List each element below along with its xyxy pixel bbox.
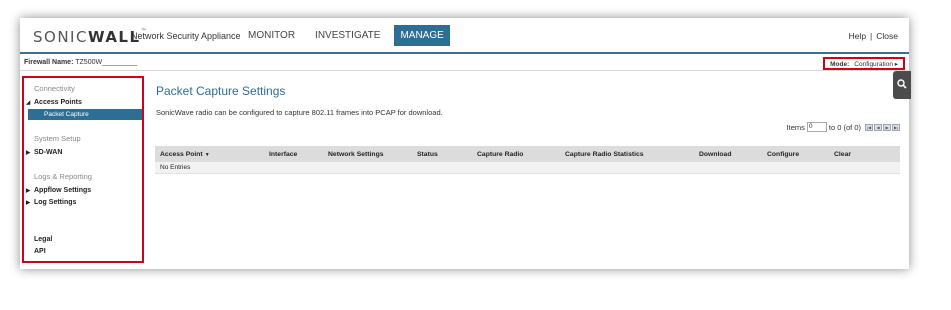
sort-desc-icon[interactable]: ▼ (205, 152, 210, 158)
header-separator: | (870, 31, 873, 41)
sidebar-item-api[interactable]: API (24, 248, 142, 255)
help-link[interactable]: Help (849, 31, 866, 41)
app-window: SONICWALL™ Network Security Appliance MO… (20, 18, 909, 269)
main-content: Packet Capture Settings SonicWave radio … (155, 76, 900, 266)
top-header: SONICWALL™ Network Security Appliance MO… (20, 18, 909, 54)
column-label: Access Point (160, 151, 203, 158)
sidebar-item-label: Appflow Settings (34, 187, 92, 194)
sidebar-item-log-settings[interactable]: ▶ Log Settings (24, 199, 142, 206)
close-link[interactable]: Close (876, 31, 898, 41)
column-interface[interactable]: Interface (269, 151, 297, 158)
page-title: Packet Capture Settings (156, 84, 286, 98)
table-row: No Entries (155, 162, 900, 174)
table-header: Access Point ▼ Interface Network Settings… (155, 146, 900, 162)
logo-text-sonic: SONIC (33, 28, 88, 46)
column-status[interactable]: Status (417, 151, 438, 158)
nav-investigate[interactable]: INVESTIGATE (309, 25, 386, 46)
collapsed-arrow-icon: ▶ (26, 188, 31, 194)
search-icon (897, 79, 907, 89)
sidebar-item-legal[interactable]: Legal (24, 236, 142, 243)
packet-capture-table: Access Point ▼ Interface Network Settings… (155, 146, 900, 174)
sidebar-item-label: SD-WAN (34, 149, 63, 156)
items-label: Items (786, 122, 805, 132)
sidebar-section-system-setup[interactable]: System Setup (34, 134, 81, 143)
sidebar-item-access-points[interactable]: ◢ Access Points (24, 99, 142, 106)
sidebar-item-appflow-settings[interactable]: ▶ Appflow Settings (24, 187, 142, 194)
column-download[interactable]: Download (699, 151, 731, 158)
pager-controls: |◀ ◀ ▶ ▶| (864, 123, 900, 131)
column-capture-radio[interactable]: Capture Radio (477, 151, 523, 158)
firewall-name-label: Firewall Name: (24, 59, 74, 66)
firewall-name: Firewall Name: TZ500W_________ (24, 59, 137, 66)
header-links: Help | Close (849, 31, 898, 41)
collapsed-arrow-icon: ▶ (26, 200, 31, 206)
sidebar-item-label: Access Points (34, 99, 82, 106)
sidebar: Connectivity ◢ Access Points Packet Captu… (22, 76, 144, 263)
mode-value[interactable]: Configuration ▸ (854, 61, 898, 68)
sidebar-item-packet-capture[interactable]: Packet Capture (28, 109, 142, 120)
column-network-settings[interactable]: Network Settings (328, 151, 384, 158)
firewall-name-value: TZ500W_________ (75, 59, 138, 66)
first-page-icon[interactable]: |◀ (865, 123, 873, 131)
sidebar-section-connectivity[interactable]: Connectivity (34, 84, 75, 93)
prev-page-icon[interactable]: ◀ (874, 123, 882, 131)
main-nav: MONITOR INVESTIGATE MANAGE (242, 25, 458, 46)
sidebar-item-sd-wan[interactable]: ▶ SD-WAN (24, 149, 142, 156)
search-tab[interactable] (893, 71, 911, 99)
column-access-point[interactable]: Access Point ▼ (160, 151, 210, 158)
collapsed-arrow-icon: ▶ (26, 150, 31, 156)
last-page-icon[interactable]: ▶| (892, 123, 900, 131)
product-name: Network Security Appliance (131, 31, 241, 41)
sonicwall-logo: SONICWALL™ (33, 28, 147, 46)
expanded-arrow-icon: ◢ (26, 100, 31, 106)
pagination-bar: Items 0 to 0 (of 0) |◀ ◀ ▶ ▶| (787, 122, 900, 132)
column-capture-radio-statistics[interactable]: Capture Radio Statistics (565, 151, 644, 158)
items-range: to 0 (of 0) (828, 122, 861, 132)
next-page-icon[interactable]: ▶ (883, 123, 891, 131)
sidebar-item-label: Log Settings (34, 199, 77, 206)
column-configure[interactable]: Configure (767, 151, 799, 158)
column-clear[interactable]: Clear (834, 151, 851, 158)
page-description: SonicWave radio can be configured to cap… (156, 108, 443, 117)
firewall-name-bar: Firewall Name: TZ500W_________ Mode: Conf… (20, 55, 909, 71)
nav-manage[interactable]: MANAGE (394, 25, 450, 46)
sidebar-section-logs-reporting[interactable]: Logs & Reporting (34, 172, 92, 181)
items-input[interactable]: 0 (806, 122, 827, 132)
empty-table-text: No Entries (160, 164, 191, 171)
mode-selector[interactable]: Mode: Configuration ▸ (823, 57, 905, 70)
nav-monitor[interactable]: MONITOR (242, 25, 301, 46)
mode-label: Mode: (830, 61, 850, 68)
